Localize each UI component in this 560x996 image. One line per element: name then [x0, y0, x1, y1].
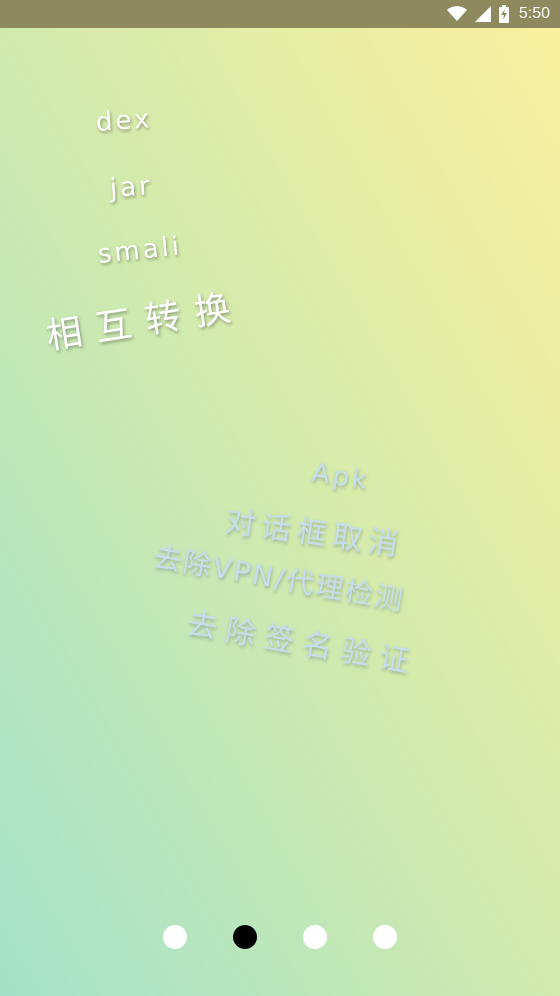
page-dot-3[interactable]: [303, 925, 327, 949]
format-smali-label: smali: [96, 231, 184, 270]
feature-apk: Apk: [309, 458, 372, 496]
onboarding-screen[interactable]: 5:50 dex jar smali 相互转换 Apk 对话框取消 去除VPN/…: [0, 0, 560, 996]
page-dot-4[interactable]: [373, 925, 397, 949]
wifi-icon: [446, 6, 467, 22]
page-dot-1[interactable]: [163, 925, 187, 949]
battery-charging-icon: [498, 5, 509, 23]
page-indicator: [0, 925, 560, 949]
cell-signal-icon: [474, 6, 491, 22]
status-icons: 5:50: [446, 0, 550, 28]
status-time: 5:50: [518, 5, 550, 22]
status-bar: 5:50: [0, 0, 560, 28]
page-dot-2[interactable]: [233, 925, 257, 949]
format-jar-label: jar: [108, 171, 154, 204]
convert-label: 相互转换: [43, 285, 248, 358]
format-dex-label: dex: [94, 104, 154, 138]
